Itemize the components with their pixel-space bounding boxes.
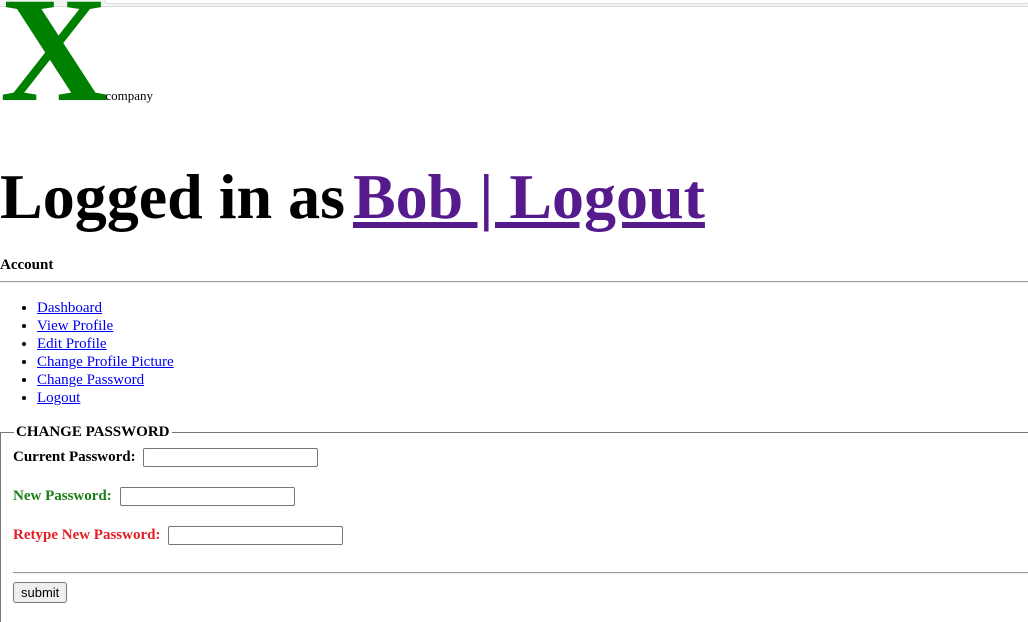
company-logo: Xcompany xyxy=(0,0,153,133)
retype-password-input[interactable] xyxy=(168,526,344,546)
new-password-input[interactable] xyxy=(119,487,295,507)
nav-link-logout[interactable]: Logout xyxy=(37,390,80,406)
account-heading: Account xyxy=(0,257,54,273)
nav-link-change-password[interactable]: Change Password xyxy=(37,372,144,388)
retype-password-label: Retype New Password: xyxy=(13,527,161,543)
nav-link-dashboard[interactable]: Dashboard xyxy=(37,300,102,316)
nav-link-edit-profile[interactable]: Edit Profile xyxy=(37,336,107,352)
nav-item-edit-profile: Edit Profile xyxy=(37,335,174,353)
current-password-input[interactable] xyxy=(143,448,319,468)
current-password-row: Current Password: xyxy=(13,446,319,468)
nav-item-logout: Logout xyxy=(37,389,174,407)
user-logout-link[interactable]: Bob | Logout xyxy=(353,161,705,232)
logged-in-heading: Logged in as Bob | Logout xyxy=(0,161,705,233)
new-password-label: New Password: xyxy=(13,488,112,504)
browser-chrome-strip xyxy=(0,0,1028,7)
current-password-label: Current Password: xyxy=(13,449,136,465)
nav-item-dashboard: Dashboard xyxy=(37,299,174,317)
change-password-legend: CHANGE PASSWORD xyxy=(14,423,172,441)
retype-password-row: Retype New Password: xyxy=(13,524,344,546)
account-divider xyxy=(0,281,1028,283)
submit-button[interactable]: submit xyxy=(13,582,68,603)
browser-address-bar-edge xyxy=(104,0,1028,4)
form-divider xyxy=(13,572,1028,574)
new-password-row: New Password: xyxy=(13,485,295,507)
nav-link-view-profile[interactable]: View Profile xyxy=(37,318,113,334)
account-nav: Dashboard View Profile Edit Profile Chan… xyxy=(0,299,174,407)
nav-item-change-profile-picture: Change Profile Picture xyxy=(37,353,174,371)
logo-mark: X xyxy=(0,0,108,133)
nav-item-change-password: Change Password xyxy=(37,371,174,389)
nav-item-view-profile: View Profile xyxy=(37,317,174,335)
nav-link-change-profile-picture[interactable]: Change Profile Picture xyxy=(37,354,174,370)
logged-in-prefix: Logged in as xyxy=(0,161,345,232)
logo-word: company xyxy=(105,88,153,103)
